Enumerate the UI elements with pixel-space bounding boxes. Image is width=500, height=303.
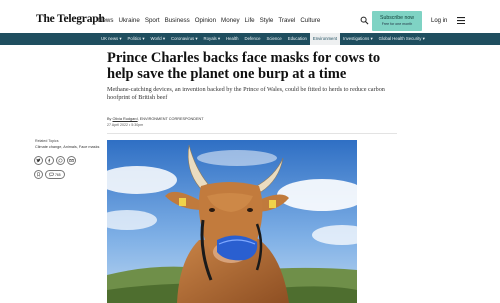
nav-travel[interactable]: Travel — [278, 17, 295, 24]
login-link[interactable]: Log in — [431, 18, 447, 24]
comment-icon — [49, 172, 54, 177]
site-header: The Telegraph News Ukraine Sport Busines… — [0, 0, 500, 36]
article-date: 27 April 2022 • 5:30pm — [107, 123, 144, 127]
bookmark-icon — [37, 172, 40, 177]
article-headline: Prince Charles backs face masks for cows… — [107, 50, 381, 82]
twitter-icon — [36, 158, 41, 163]
nav-culture[interactable]: Culture — [300, 17, 320, 24]
twitter-share-button[interactable] — [34, 156, 43, 165]
author-link[interactable]: Olivia Rudgard — [113, 117, 138, 121]
search-icon[interactable] — [360, 16, 369, 25]
section-global-health-security[interactable]: Global Health Security ▾ — [376, 33, 428, 45]
engagement-buttons: 765 — [34, 170, 65, 179]
related-topics-links[interactable]: Climate change, Animals, Face masks — [35, 145, 99, 149]
hamburger-menu-icon[interactable] — [457, 17, 465, 24]
save-article-button[interactable] — [34, 170, 43, 179]
section-investigations[interactable]: Investigations ▾ — [340, 33, 376, 45]
nav-ukraine[interactable]: Ukraine — [118, 17, 139, 24]
nav-style[interactable]: Style — [260, 17, 274, 24]
email-icon — [69, 159, 74, 162]
related-topics-heading: Related Topics — [35, 139, 59, 143]
facebook-share-button[interactable] — [45, 156, 54, 165]
section-environment[interactable]: Environment — [309, 33, 341, 45]
section-health[interactable]: Health — [223, 33, 241, 45]
nav-opinion[interactable]: Opinion — [195, 17, 216, 24]
nav-news[interactable]: News — [98, 17, 113, 24]
subscribe-sublabel: Free for one month — [381, 22, 413, 26]
whatsapp-icon — [58, 158, 63, 163]
comments-button[interactable]: 765 — [45, 170, 65, 179]
article-byline: By Olivia Rudgard, ENVIRONMENT CORRESPON… — [107, 117, 204, 121]
nav-money[interactable]: Money — [221, 17, 240, 24]
nav-sport[interactable]: Sport — [145, 17, 160, 24]
article-hero-image[interactable] — [107, 140, 357, 303]
article-standfirst: Methane-catching devices, an invention b… — [107, 86, 385, 101]
comments-count: 765 — [55, 172, 61, 177]
section-coronavirus[interactable]: Coronavirus ▾ — [168, 33, 201, 45]
section-navigation: UK news ▾ Politics ▾ World ▾ Coronavirus… — [98, 33, 428, 45]
section-politics[interactable]: Politics ▾ — [125, 33, 148, 45]
section-world[interactable]: World ▾ — [148, 33, 169, 45]
whatsapp-share-button[interactable] — [56, 156, 65, 165]
section-navigation-bar: UK news ▾ Politics ▾ World ▾ Coronavirus… — [0, 33, 500, 45]
section-uk-news[interactable]: UK news ▾ — [98, 33, 125, 45]
share-buttons — [34, 156, 76, 165]
header-divider — [107, 133, 397, 134]
section-royals[interactable]: Royals ▾ — [201, 33, 224, 45]
section-science[interactable]: Science — [263, 33, 284, 45]
top-navigation: News Ukraine Sport Business Opinion Mone… — [98, 17, 320, 24]
site-logo[interactable]: The Telegraph — [36, 13, 105, 25]
subscribe-button[interactable]: Subscribe now Free for one month — [372, 11, 422, 31]
email-share-button[interactable] — [67, 156, 76, 165]
section-defence[interactable]: Defence — [241, 33, 263, 45]
nav-business[interactable]: Business — [165, 17, 190, 24]
subscribe-label: Subscribe now — [379, 15, 415, 21]
nav-life[interactable]: Life — [245, 17, 255, 24]
facebook-icon — [48, 158, 51, 163]
section-education[interactable]: Education — [285, 33, 310, 45]
author-role: , ENVIRONMENT CORRESPONDENT — [137, 117, 204, 121]
